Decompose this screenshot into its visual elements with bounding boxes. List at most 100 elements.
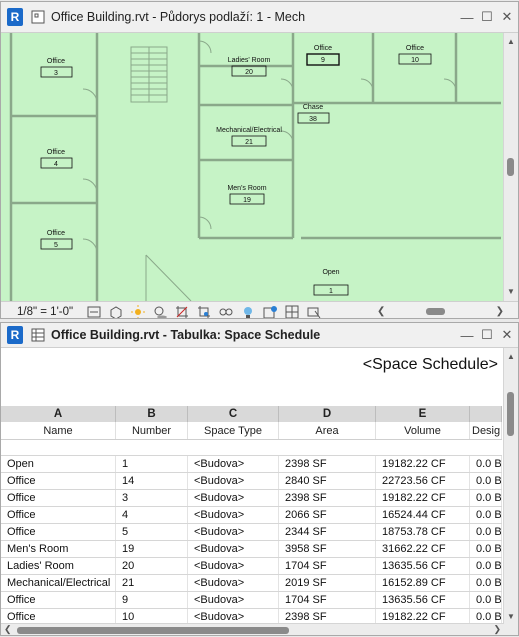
table-cell[interactable]: 13635.56 CF <box>376 592 470 608</box>
column-header[interactable]: Number <box>116 422 188 439</box>
column-letter[interactable]: A <box>1 406 116 422</box>
scroll-down-icon[interactable]: ▼ <box>504 285 518 297</box>
column-letter[interactable]: B <box>116 406 188 422</box>
column-header[interactable]: Volume <box>376 422 470 439</box>
table-cell[interactable]: 19182.22 CF <box>376 456 470 472</box>
schedule-horizontal-scroll-thumb[interactable] <box>17 627 289 634</box>
table-cell[interactable]: 31662.22 CF <box>376 541 470 557</box>
table-row[interactable]: Office 9 <Budova> 1704 SF 13635.56 CF 0.0 B <box>1 591 502 608</box>
minimize-icon[interactable]: — <box>460 328 474 343</box>
sun-path-icon[interactable] <box>130 304 146 318</box>
table-cell[interactable]: 16524.44 CF <box>376 507 470 523</box>
table-cell[interactable]: 2840 SF <box>279 473 376 489</box>
maximize-icon[interactable]: ☐ <box>480 9 494 24</box>
table-cell[interactable]: 0.0 B <box>470 524 502 540</box>
schedule-vertical-scroll-thumb[interactable] <box>507 392 514 436</box>
table-cell[interactable]: 0.0 B <box>470 456 502 472</box>
table-cell[interactable]: 14 <box>116 473 188 489</box>
table-row[interactable]: Open 1 <Budova> 2398 SF 19182.22 CF 0.0 B <box>1 455 502 472</box>
schedule-vertical-scrollbar[interactable]: ▲ ▼ <box>503 348 518 635</box>
table-cell[interactable]: 5 <box>116 524 188 540</box>
table-cell[interactable]: 9 <box>116 592 188 608</box>
table-cell[interactable]: 0.0 B <box>470 558 502 574</box>
scroll-left-icon[interactable]: ❮ <box>377 306 385 317</box>
table-cell[interactable]: 1704 SF <box>279 592 376 608</box>
table-cell[interactable]: 3 <box>116 490 188 506</box>
column-letter[interactable] <box>470 406 502 422</box>
detail-level-icon[interactable] <box>86 304 102 319</box>
minimize-icon[interactable]: — <box>460 10 474 25</box>
table-cell[interactable]: 2066 SF <box>279 507 376 523</box>
floorplan-horizontal-scroll-thumb[interactable] <box>426 308 445 315</box>
floorplan-vertical-scroll-thumb[interactable] <box>507 158 514 176</box>
table-cell[interactable]: Men's Room <box>1 541 116 557</box>
analytical-model-icon[interactable] <box>306 304 322 319</box>
table-row[interactable]: Office 14 <Budova> 2840 SF 22723.56 CF 0.0 B <box>1 472 502 489</box>
temporary-view-properties-icon[interactable] <box>262 304 278 318</box>
table-cell[interactable]: 4 <box>116 507 188 523</box>
table-row[interactable]: Mechanical/Electrical 21 <Budova> 2019 SF 16… <box>1 574 502 591</box>
crop-view-icon[interactable] <box>174 304 190 319</box>
table-cell[interactable]: 2398 SF <box>279 490 376 506</box>
visual-style-icon[interactable] <box>108 304 124 318</box>
table-cell[interactable]: Office <box>1 592 116 608</box>
table-cell[interactable]: 18753.78 CF <box>376 524 470 540</box>
scroll-right-icon[interactable]: ❯ <box>496 306 504 317</box>
schedule-grid[interactable]: <Space Schedule> A B C D E Name Number S… <box>1 348 518 635</box>
table-cell[interactable]: Office <box>1 507 116 523</box>
table-cell[interactable]: <Budova> <box>188 473 279 489</box>
column-header[interactable]: Area <box>279 422 376 439</box>
floorplan-horizontal-scrollbar[interactable]: ❮ ❯ <box>377 302 518 318</box>
table-cell[interactable]: 0.0 B <box>470 473 502 489</box>
crop-region-icon[interactable] <box>196 304 212 319</box>
table-cell[interactable]: Mechanical/Electrical <box>1 575 116 591</box>
table-cell[interactable]: <Budova> <box>188 524 279 540</box>
table-cell[interactable]: <Budova> <box>188 507 279 523</box>
table-cell[interactable]: 2344 SF <box>279 524 376 540</box>
table-row[interactable]: Men's Room 19 <Budova> 3958 SF 31662.22 CF 0.… <box>1 540 502 557</box>
table-cell[interactable]: Office <box>1 524 116 540</box>
table-cell[interactable]: <Budova> <box>188 490 279 506</box>
table-cell[interactable]: 21 <box>116 575 188 591</box>
schedule-titlebar[interactable]: R Office Building.rvt - Tabulka: Space S… <box>1 323 518 348</box>
maximize-icon[interactable]: ☐ <box>480 327 494 342</box>
column-header[interactable]: Space Type <box>188 422 279 439</box>
table-cell[interactable]: 13635.56 CF <box>376 558 470 574</box>
table-row[interactable]: Ladies' Room 20 <Budova> 1704 SF 13635.56 CF… <box>1 557 502 574</box>
table-cell[interactable]: 0.0 B <box>470 490 502 506</box>
table-cell[interactable]: <Budova> <box>188 558 279 574</box>
table-cell[interactable]: 3958 SF <box>279 541 376 557</box>
floorplan-titlebar[interactable]: R Office Building.rvt - Půdorys podlaží:… <box>1 2 518 33</box>
table-row[interactable]: Office 5 <Budova> 2344 SF 18753.78 CF 0.0 B <box>1 523 502 540</box>
table-cell[interactable]: Ladies' Room <box>1 558 116 574</box>
schedule-horizontal-scrollbar[interactable]: ❮ ❯ <box>1 623 504 635</box>
close-icon[interactable]: ✕ <box>500 327 514 342</box>
table-cell[interactable]: <Budova> <box>188 575 279 591</box>
floorplan-vertical-scrollbar[interactable]: ▲ ▼ <box>503 33 518 301</box>
column-letter[interactable]: C <box>188 406 279 422</box>
scroll-up-icon[interactable]: ▲ <box>504 350 518 362</box>
floorplan-canvas[interactable]: Office 3 Office 4 Office 5 Ladies' Room <box>1 33 518 301</box>
table-cell[interactable]: 2019 SF <box>279 575 376 591</box>
table-cell[interactable]: 0.0 B <box>470 592 502 608</box>
table-cell[interactable]: 19182.22 CF <box>376 490 470 506</box>
table-cell[interactable]: <Budova> <box>188 541 279 557</box>
temporary-hide-icon[interactable] <box>218 304 234 319</box>
table-cell[interactable]: 16152.89 CF <box>376 575 470 591</box>
table-cell[interactable]: 1 <box>116 456 188 472</box>
scroll-left-icon[interactable]: ❮ <box>4 624 12 635</box>
table-cell[interactable]: Open <box>1 456 116 472</box>
table-cell[interactable]: 2398 SF <box>279 456 376 472</box>
table-cell[interactable]: Office <box>1 473 116 489</box>
worksharing-display-icon[interactable] <box>284 304 300 318</box>
table-cell[interactable]: 19 <box>116 541 188 557</box>
column-letter[interactable]: E <box>376 406 470 422</box>
view-scale[interactable]: 1/8" = 1'-0" <box>17 306 73 318</box>
table-cell[interactable]: <Budova> <box>188 456 279 472</box>
scroll-up-icon[interactable]: ▲ <box>504 35 518 47</box>
table-row[interactable]: Office 4 <Budova> 2066 SF 16524.44 CF 0.0 B <box>1 506 502 523</box>
shadows-icon[interactable] <box>152 304 168 318</box>
table-row[interactable]: Office 3 <Budova> 2398 SF 19182.22 CF 0.0 B <box>1 489 502 506</box>
table-cell[interactable]: 0.0 B <box>470 507 502 523</box>
table-cell[interactable]: 1704 SF <box>279 558 376 574</box>
